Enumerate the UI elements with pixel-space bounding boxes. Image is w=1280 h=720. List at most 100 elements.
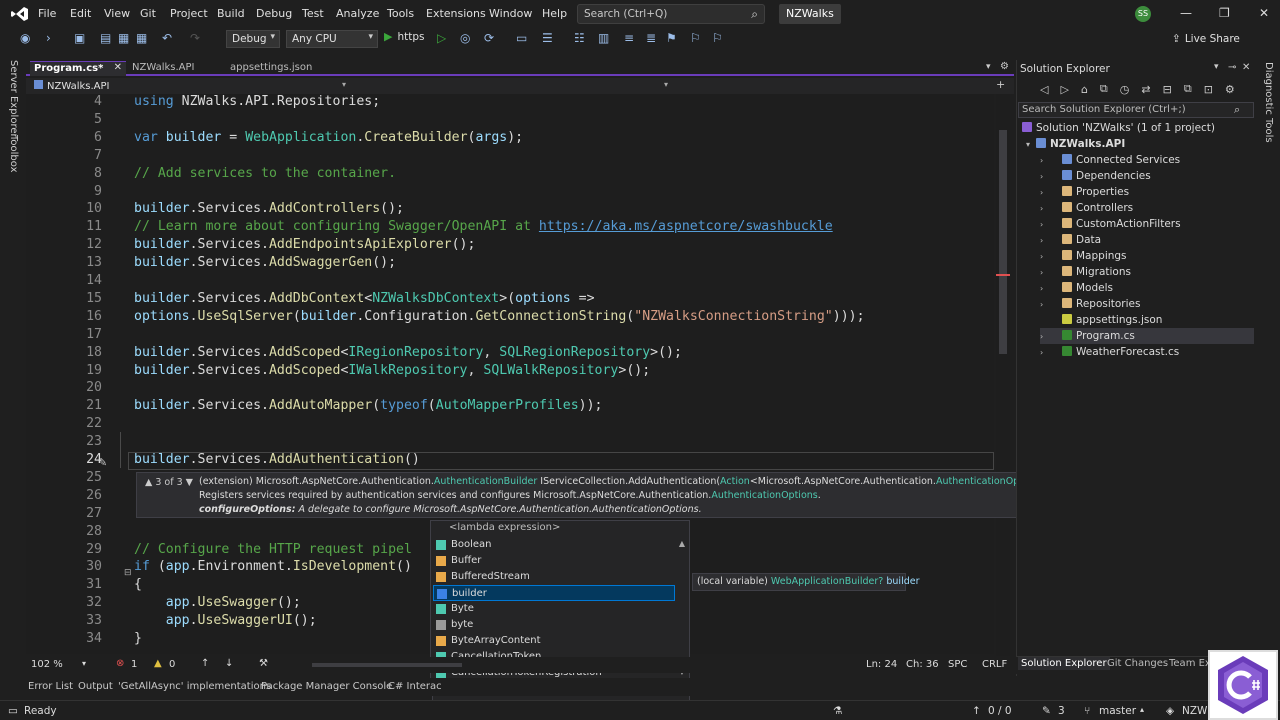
solution-search-input[interactable]: Search Solution Explorer (Ctrl+;) xyxy=(1018,102,1254,118)
tree-item[interactable]: › Repositories xyxy=(1040,296,1140,312)
status-repo[interactable]: NZW xyxy=(1182,705,1207,717)
whitespace-indicator[interactable]: SPC xyxy=(948,659,967,670)
configuration-select[interactable]: Debug ▾ xyxy=(226,30,280,48)
comment-icon[interactable]: ≡ xyxy=(624,31,634,45)
switch-views-icon[interactable]: ⧉ xyxy=(1100,82,1108,96)
tree-item[interactable]: › Program.cs xyxy=(1040,328,1254,344)
chevron-right-icon[interactable]: › xyxy=(1040,201,1050,217)
collapse-all-icon[interactable]: ⊟ xyxy=(1163,83,1172,96)
lambda-suggestion[interactable]: <lambda expression> xyxy=(449,522,560,533)
status-changes[interactable]: 0 / 0 xyxy=(988,705,1012,717)
tab-solution-explorer[interactable]: Solution Explorer xyxy=(1018,657,1110,670)
platform-select[interactable]: Any CPU ▾ xyxy=(286,30,378,48)
completion-item[interactable]: byte xyxy=(433,617,675,633)
code-line[interactable]: 11 // Learn more about configuring Swagge… xyxy=(26,219,994,237)
warning-count[interactable]: 0 xyxy=(169,659,175,670)
chevron-right-icon[interactable]: › xyxy=(1040,217,1050,233)
back-icon[interactable]: ◁ xyxy=(1040,83,1048,96)
tree-item[interactable]: › Connected Services xyxy=(1040,152,1180,168)
code-line[interactable]: 15 builder.Services.AddDbContext<NZWalksD… xyxy=(26,291,994,309)
menu-item-git[interactable]: Git xyxy=(140,7,156,20)
code-line[interactable]: 8 // Add services to the container. xyxy=(26,166,994,184)
show-all-files-icon[interactable]: ⧉ xyxy=(1184,82,1192,96)
menu-item-edit[interactable]: Edit xyxy=(70,7,91,20)
tree-item[interactable]: › WeatherForecast.cs xyxy=(1040,344,1179,360)
tab-output[interactable]: Output xyxy=(78,681,113,692)
tab-program-cs[interactable]: Program.cs* ✕ xyxy=(30,61,126,76)
new-item-icon[interactable]: ▣ xyxy=(74,31,85,45)
forward-icon[interactable]: ▷ xyxy=(1060,83,1068,96)
tab-package-manager-console[interactable]: Package Manager Console xyxy=(261,681,392,692)
add-icon[interactable]: + xyxy=(996,78,1005,91)
fold-collapse-icon[interactable]: ⊟ xyxy=(124,568,132,578)
home-icon[interactable]: ⌂ xyxy=(1081,83,1088,96)
tree-item[interactable]: › Data xyxy=(1040,232,1101,248)
open-icon[interactable]: ▤ xyxy=(100,31,111,45)
maximize-icon[interactable]: ❐ xyxy=(1219,6,1230,20)
tree-item[interactable]: › Controllers xyxy=(1040,200,1133,216)
bookmark-prev-icon[interactable]: ⚐ xyxy=(690,31,701,45)
code-line[interactable]: 22 xyxy=(26,416,994,434)
solution-name-badge[interactable]: NZWalks xyxy=(779,4,841,24)
menu-item-help[interactable]: Help xyxy=(542,7,567,20)
toolbox-tab[interactable]: Toolbox xyxy=(8,135,19,173)
code-line[interactable]: 6 var builder = WebApplication.CreateBuil… xyxy=(26,130,994,148)
uncomment-icon[interactable]: ≣ xyxy=(646,31,656,45)
back-icon[interactable]: ◉ xyxy=(20,31,30,45)
menu-item-project[interactable]: Project xyxy=(170,7,208,20)
minimize-icon[interactable]: — xyxy=(1180,6,1192,20)
code-line[interactable]: 12 builder.Services.AddEndpointsApiExplor… xyxy=(26,237,994,255)
refresh-icon[interactable]: ⟳ xyxy=(484,31,494,45)
forward-icon[interactable]: › xyxy=(46,31,51,45)
project-dropdown[interactable]: NZWalks.API xyxy=(34,80,110,92)
menu-item-build[interactable]: Build xyxy=(217,7,245,20)
overload-navigator[interactable]: ▲ 3 of 3 ▼ xyxy=(145,477,193,488)
hot-reload-icon[interactable]: ◎ xyxy=(460,31,470,45)
tree-item[interactable]: › Properties xyxy=(1040,184,1129,200)
completion-item[interactable]: Buffer xyxy=(433,553,675,569)
tree-item[interactable]: appsettings.json xyxy=(1040,312,1162,328)
completion-list[interactable]: <lambda expression> ▲ ▼ BooleanBufferBuf… xyxy=(430,520,690,680)
tab-nzwalks-api[interactable]: NZWalks.API xyxy=(128,61,216,76)
menu-item-extensions[interactable]: Extensions xyxy=(426,7,486,20)
notifications-icon[interactable]: ⚗ xyxy=(833,705,842,717)
save-all-icon[interactable]: ▦ xyxy=(136,31,147,45)
previous-issue-icon[interactable]: ↑ xyxy=(201,658,209,669)
menu-item-analyze[interactable]: Analyze xyxy=(336,7,379,20)
horizontal-scrollbar[interactable] xyxy=(312,663,462,667)
code-line[interactable]: 7 xyxy=(26,148,994,166)
code-line[interactable]: 23 xyxy=(26,434,994,452)
undo-icon[interactable]: ↶ xyxy=(162,31,172,45)
browser-link-icon[interactable]: ▭ xyxy=(516,31,527,45)
next-issue-icon[interactable]: ↓ xyxy=(225,658,233,669)
format-icon[interactable]: ☷ xyxy=(574,31,585,45)
menu-item-view[interactable]: View xyxy=(104,7,130,20)
completion-item[interactable]: Boolean xyxy=(433,537,675,553)
tree-item[interactable]: › Mappings xyxy=(1040,248,1127,264)
redo-icon[interactable]: ↷ xyxy=(190,31,200,45)
scroll-up-icon[interactable]: ▲ xyxy=(679,539,685,548)
tab-csharp-interactive[interactable]: C# Interac xyxy=(388,681,442,692)
panel-options-icon[interactable]: ▾ xyxy=(1214,62,1219,72)
tab-error-list[interactable]: Error List xyxy=(28,681,73,692)
close-panel-icon[interactable]: ✕ xyxy=(1242,62,1250,73)
server-explorer-tab[interactable]: Server Explorer xyxy=(8,60,19,138)
code-line[interactable]: 19 builder.Services.AddScoped<IWalkReposi… xyxy=(26,363,994,381)
save-icon[interactable]: ▦ xyxy=(118,31,129,45)
overload-down-icon[interactable]: ▼ xyxy=(186,477,193,488)
completion-item[interactable]: Byte xyxy=(433,601,675,617)
tab-team-explorer[interactable]: Team Ex xyxy=(1169,658,1211,669)
code-cleanup-icon[interactable]: ⚒ xyxy=(259,658,268,669)
solution-node[interactable]: Solution 'NZWalks' (1 of 1 project) xyxy=(1022,120,1215,136)
chevron-right-icon[interactable]: › xyxy=(1040,233,1050,249)
chevron-right-icon[interactable]: › xyxy=(1040,281,1050,297)
live-share-button[interactable]: ⇪ Live Share xyxy=(1172,33,1240,45)
code-line[interactable]: 20 xyxy=(26,380,994,398)
code-line[interactable]: 5 xyxy=(26,112,994,130)
close-tab-icon[interactable]: ✕ xyxy=(114,62,122,73)
tree-item[interactable]: › Dependencies xyxy=(1040,168,1151,184)
properties-icon[interactable]: ⚙ xyxy=(1225,83,1235,96)
diagnostic-tools-tab[interactable]: Diagnostic Tools xyxy=(1263,62,1274,143)
start-without-debugging-icon[interactable]: ▷ xyxy=(437,31,446,45)
chevron-right-icon[interactable]: › xyxy=(1040,185,1050,201)
